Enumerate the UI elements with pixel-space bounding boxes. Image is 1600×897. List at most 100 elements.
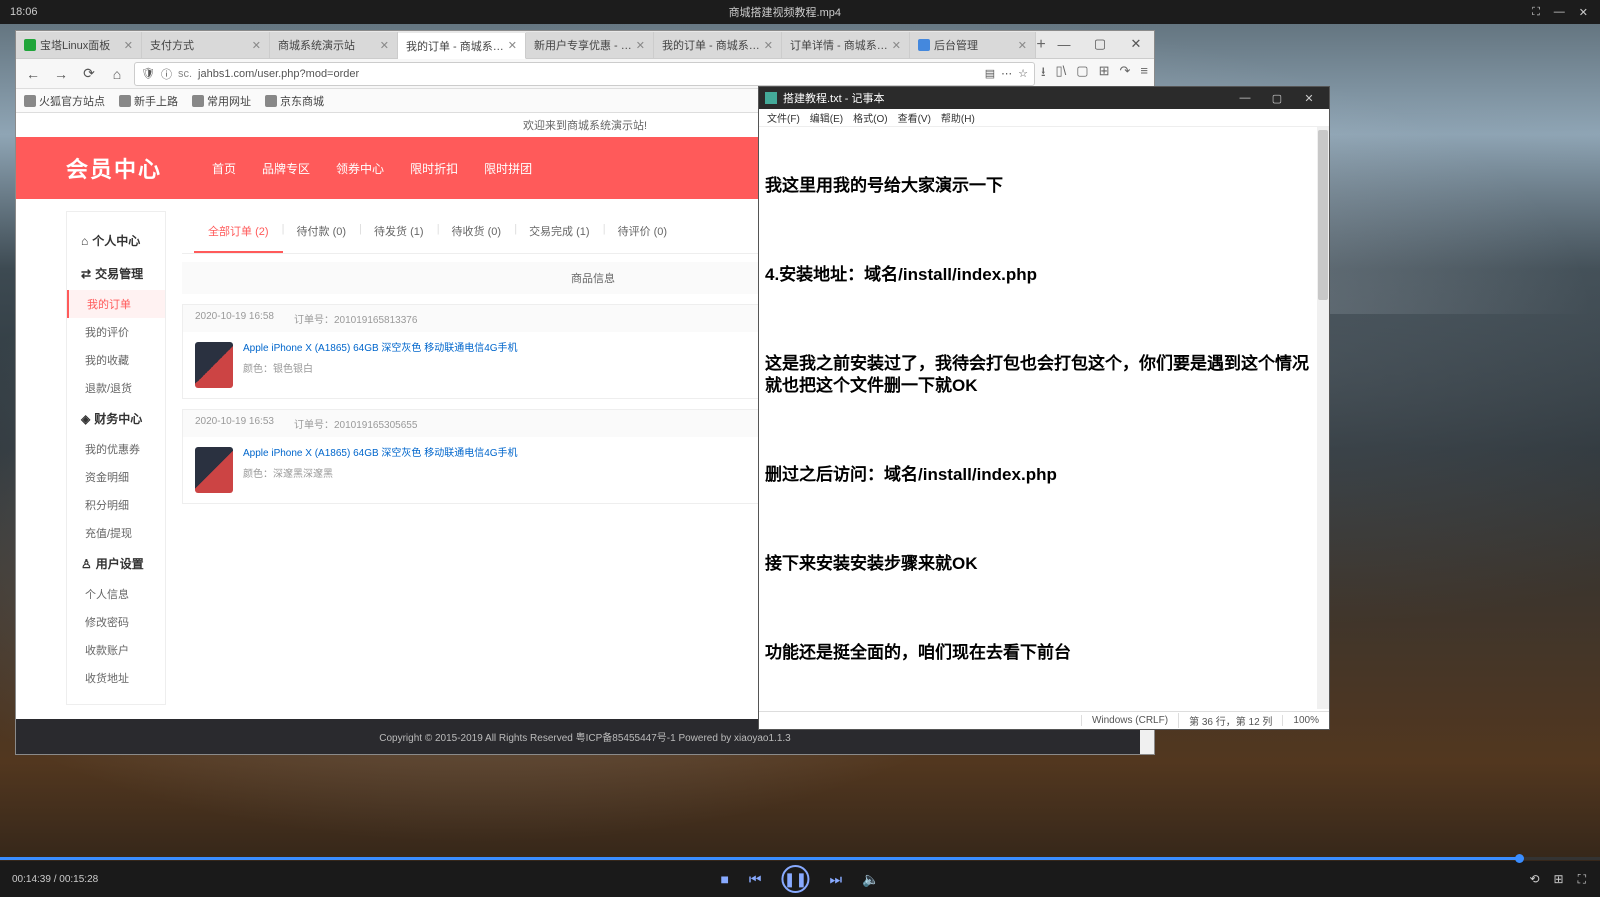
bookmark-icon[interactable]: ☆ <box>1018 67 1028 80</box>
reload-button[interactable]: ⟳ <box>78 63 100 85</box>
close-icon[interactable]: ✕ <box>1579 6 1588 19</box>
tab-close-icon[interactable]: ✕ <box>1018 39 1027 52</box>
member-sidebar: ⌂个人中心 ⇄交易管理 我的订单 我的评价 我的收藏 退款/退货 ◈财务中心 我… <box>66 211 166 705</box>
tab-close-icon[interactable]: ✕ <box>508 39 517 52</box>
reader-icon[interactable]: ▤ <box>985 67 995 80</box>
progress-fill <box>0 857 1520 860</box>
tab-close-icon[interactable]: ✕ <box>124 39 133 52</box>
next-button[interactable]: ⏭ <box>830 871 843 888</box>
fullscreen-icon[interactable]: ⛶ <box>1532 6 1540 19</box>
bookmark-newbie[interactable]: 新手上路 <box>119 93 178 109</box>
more-icon[interactable]: ⋯ <box>1001 67 1012 80</box>
scrollbar-thumb[interactable] <box>1318 130 1328 300</box>
menu-format[interactable]: 格式(O) <box>849 110 891 125</box>
text-line: 我这里用我的号给大家演示一下 <box>765 175 1323 198</box>
notepad-statusbar: Windows (CRLF) 第 36 行，第 12 列 100% <box>759 711 1329 729</box>
side-section-user: ♙用户设置 <box>67 547 165 580</box>
notepad-titlebar[interactable]: 搭建教程.txt - 记事本 — ▢ ✕ <box>759 87 1329 109</box>
tab-my-orders[interactable]: 我的订单 - 商城系统演示站✕ <box>398 33 526 59</box>
side-recharge[interactable]: 充值/提现 <box>67 519 165 547</box>
side-address[interactable]: 收货地址 <box>67 664 165 692</box>
tab-baota[interactable]: 宝塔Linux面板✕ <box>16 32 142 58</box>
progress-bar[interactable] <box>0 857 1600 860</box>
fullscreen-icon[interactable]: ⛶ <box>1578 872 1586 887</box>
menu-help[interactable]: 帮助(H) <box>937 110 979 125</box>
side-section-personal: ⌂个人中心 <box>67 224 165 257</box>
sync-icon[interactable]: ↷ <box>1120 63 1131 85</box>
swap-icon: ⇄ <box>81 267 91 281</box>
member-center-logo[interactable]: 会员中心 <box>66 152 162 184</box>
menu-edit[interactable]: 编辑(E) <box>806 110 847 125</box>
loop-icon[interactable]: ⟲ <box>1529 872 1539 887</box>
minimize-icon[interactable]: — <box>1554 6 1565 19</box>
maximize-button[interactable]: ▢ <box>1263 92 1291 105</box>
library-icon[interactable]: ▯\ <box>1056 63 1067 85</box>
otab-receive[interactable]: 待收货 (0) <box>438 211 516 253</box>
tab-admin[interactable]: 后台管理✕ <box>910 32 1036 58</box>
maximize-button[interactable]: ▢ <box>1082 30 1118 58</box>
video-title: 商城搭建视频教程.mp4 <box>38 4 1533 20</box>
notepad-textarea[interactable]: 我这里用我的号给大家演示一下 4.安装地址：域名/install/index.p… <box>759 127 1329 711</box>
menu-file[interactable]: 文件(F) <box>763 110 804 125</box>
otab-ship[interactable]: 待发货 (1) <box>360 211 438 253</box>
nav-home[interactable]: 首页 <box>212 160 236 177</box>
tab-order-detail[interactable]: 订单详情 - 商城系统演示站✕ <box>782 32 910 58</box>
close-button[interactable]: ✕ <box>1295 92 1323 105</box>
otab-done[interactable]: 交易完成 (1) <box>515 211 604 253</box>
otab-all[interactable]: 全部订单 (2) <box>194 211 283 253</box>
side-coupons[interactable]: 我的优惠券 <box>67 435 165 463</box>
prev-button[interactable]: ⏮ <box>749 871 762 888</box>
nav-brand[interactable]: 品牌专区 <box>262 160 310 177</box>
tab-shop[interactable]: 商城系统演示站✕ <box>270 32 398 58</box>
pause-button[interactable]: ❚❚ <box>782 865 810 893</box>
notepad-scrollbar[interactable] <box>1317 127 1329 709</box>
side-password[interactable]: 修改密码 <box>67 608 165 636</box>
toolbar-right: ⭳ ▯\ ▢ ⊞ ↷ ≡ <box>1041 63 1148 85</box>
tab-close-icon[interactable]: ✕ <box>252 39 261 52</box>
new-tab-button[interactable]: + <box>1036 36 1046 54</box>
bookmark-jd[interactable]: 京东商城 <box>265 93 324 109</box>
tab-close-icon[interactable]: ✕ <box>380 39 389 52</box>
tab-coupon[interactable]: 新用户专享优惠 - 商城系统演示站✕ <box>526 32 654 58</box>
volume-button[interactable]: 🔈 <box>862 871 879 888</box>
bookmark-common[interactable]: 常用网址 <box>192 93 251 109</box>
tab-payment[interactable]: 支付方式✕ <box>142 32 270 58</box>
side-refund[interactable]: 退款/退货 <box>67 374 165 402</box>
address-input[interactable]: 🛡 ⓘ sc.jahbs1.com/user.php?mod=order ▤ ⋯… <box>134 62 1035 86</box>
home-button[interactable]: ⌂ <box>106 63 128 85</box>
shield-icon: 🛡 <box>141 67 155 80</box>
download-icon[interactable]: ⭳ <box>1041 63 1046 85</box>
tab-close-icon[interactable]: ✕ <box>764 39 773 52</box>
product-thumbnail[interactable] <box>195 447 233 493</box>
nav-discount[interactable]: 限时折扣 <box>410 160 458 177</box>
otab-pay[interactable]: 待付款 (0) <box>283 211 361 253</box>
forward-button[interactable]: → <box>50 63 72 85</box>
minimize-button[interactable]: — <box>1046 30 1082 58</box>
side-my-favorites[interactable]: 我的收藏 <box>67 346 165 374</box>
product-thumbnail[interactable] <box>195 342 233 388</box>
screenshot-icon[interactable]: ▢ <box>1076 63 1088 85</box>
video-player-bar: 00:14:39 / 00:15:28 ■ ⏮ ❚❚ ⏭ 🔈 ⟲ ⊞ ⛶ <box>0 861 1600 897</box>
close-button[interactable]: ✕ <box>1118 30 1154 58</box>
tab-my-orders2[interactable]: 我的订单 - 商城系统演示站✕ <box>654 32 782 58</box>
tab-close-icon[interactable]: ✕ <box>636 39 645 52</box>
bookmark-firefox[interactable]: 火狐官方站点 <box>24 93 105 109</box>
settings-icon[interactable]: ⊞ <box>1554 872 1564 887</box>
side-profile[interactable]: 个人信息 <box>67 580 165 608</box>
stop-button[interactable]: ■ <box>720 871 728 887</box>
tab-close-icon[interactable]: ✕ <box>892 39 901 52</box>
nav-groupbuy[interactable]: 限时拼团 <box>484 160 532 177</box>
side-funds[interactable]: 资金明细 <box>67 463 165 491</box>
side-account[interactable]: 收款账户 <box>67 636 165 664</box>
back-button[interactable]: ← <box>22 63 44 85</box>
menu-icon[interactable]: ≡ <box>1140 63 1148 85</box>
wallet-icon: ◈ <box>81 412 90 426</box>
side-my-orders[interactable]: 我的订单 <box>67 290 165 318</box>
extensions-icon[interactable]: ⊞ <box>1099 63 1110 85</box>
side-my-reviews[interactable]: 我的评价 <box>67 318 165 346</box>
menu-view[interactable]: 查看(V) <box>894 110 935 125</box>
otab-review[interactable]: 待评价 (0) <box>604 211 682 253</box>
minimize-button[interactable]: — <box>1231 92 1259 105</box>
nav-coupon[interactable]: 领券中心 <box>336 160 384 177</box>
side-points[interactable]: 积分明细 <box>67 491 165 519</box>
